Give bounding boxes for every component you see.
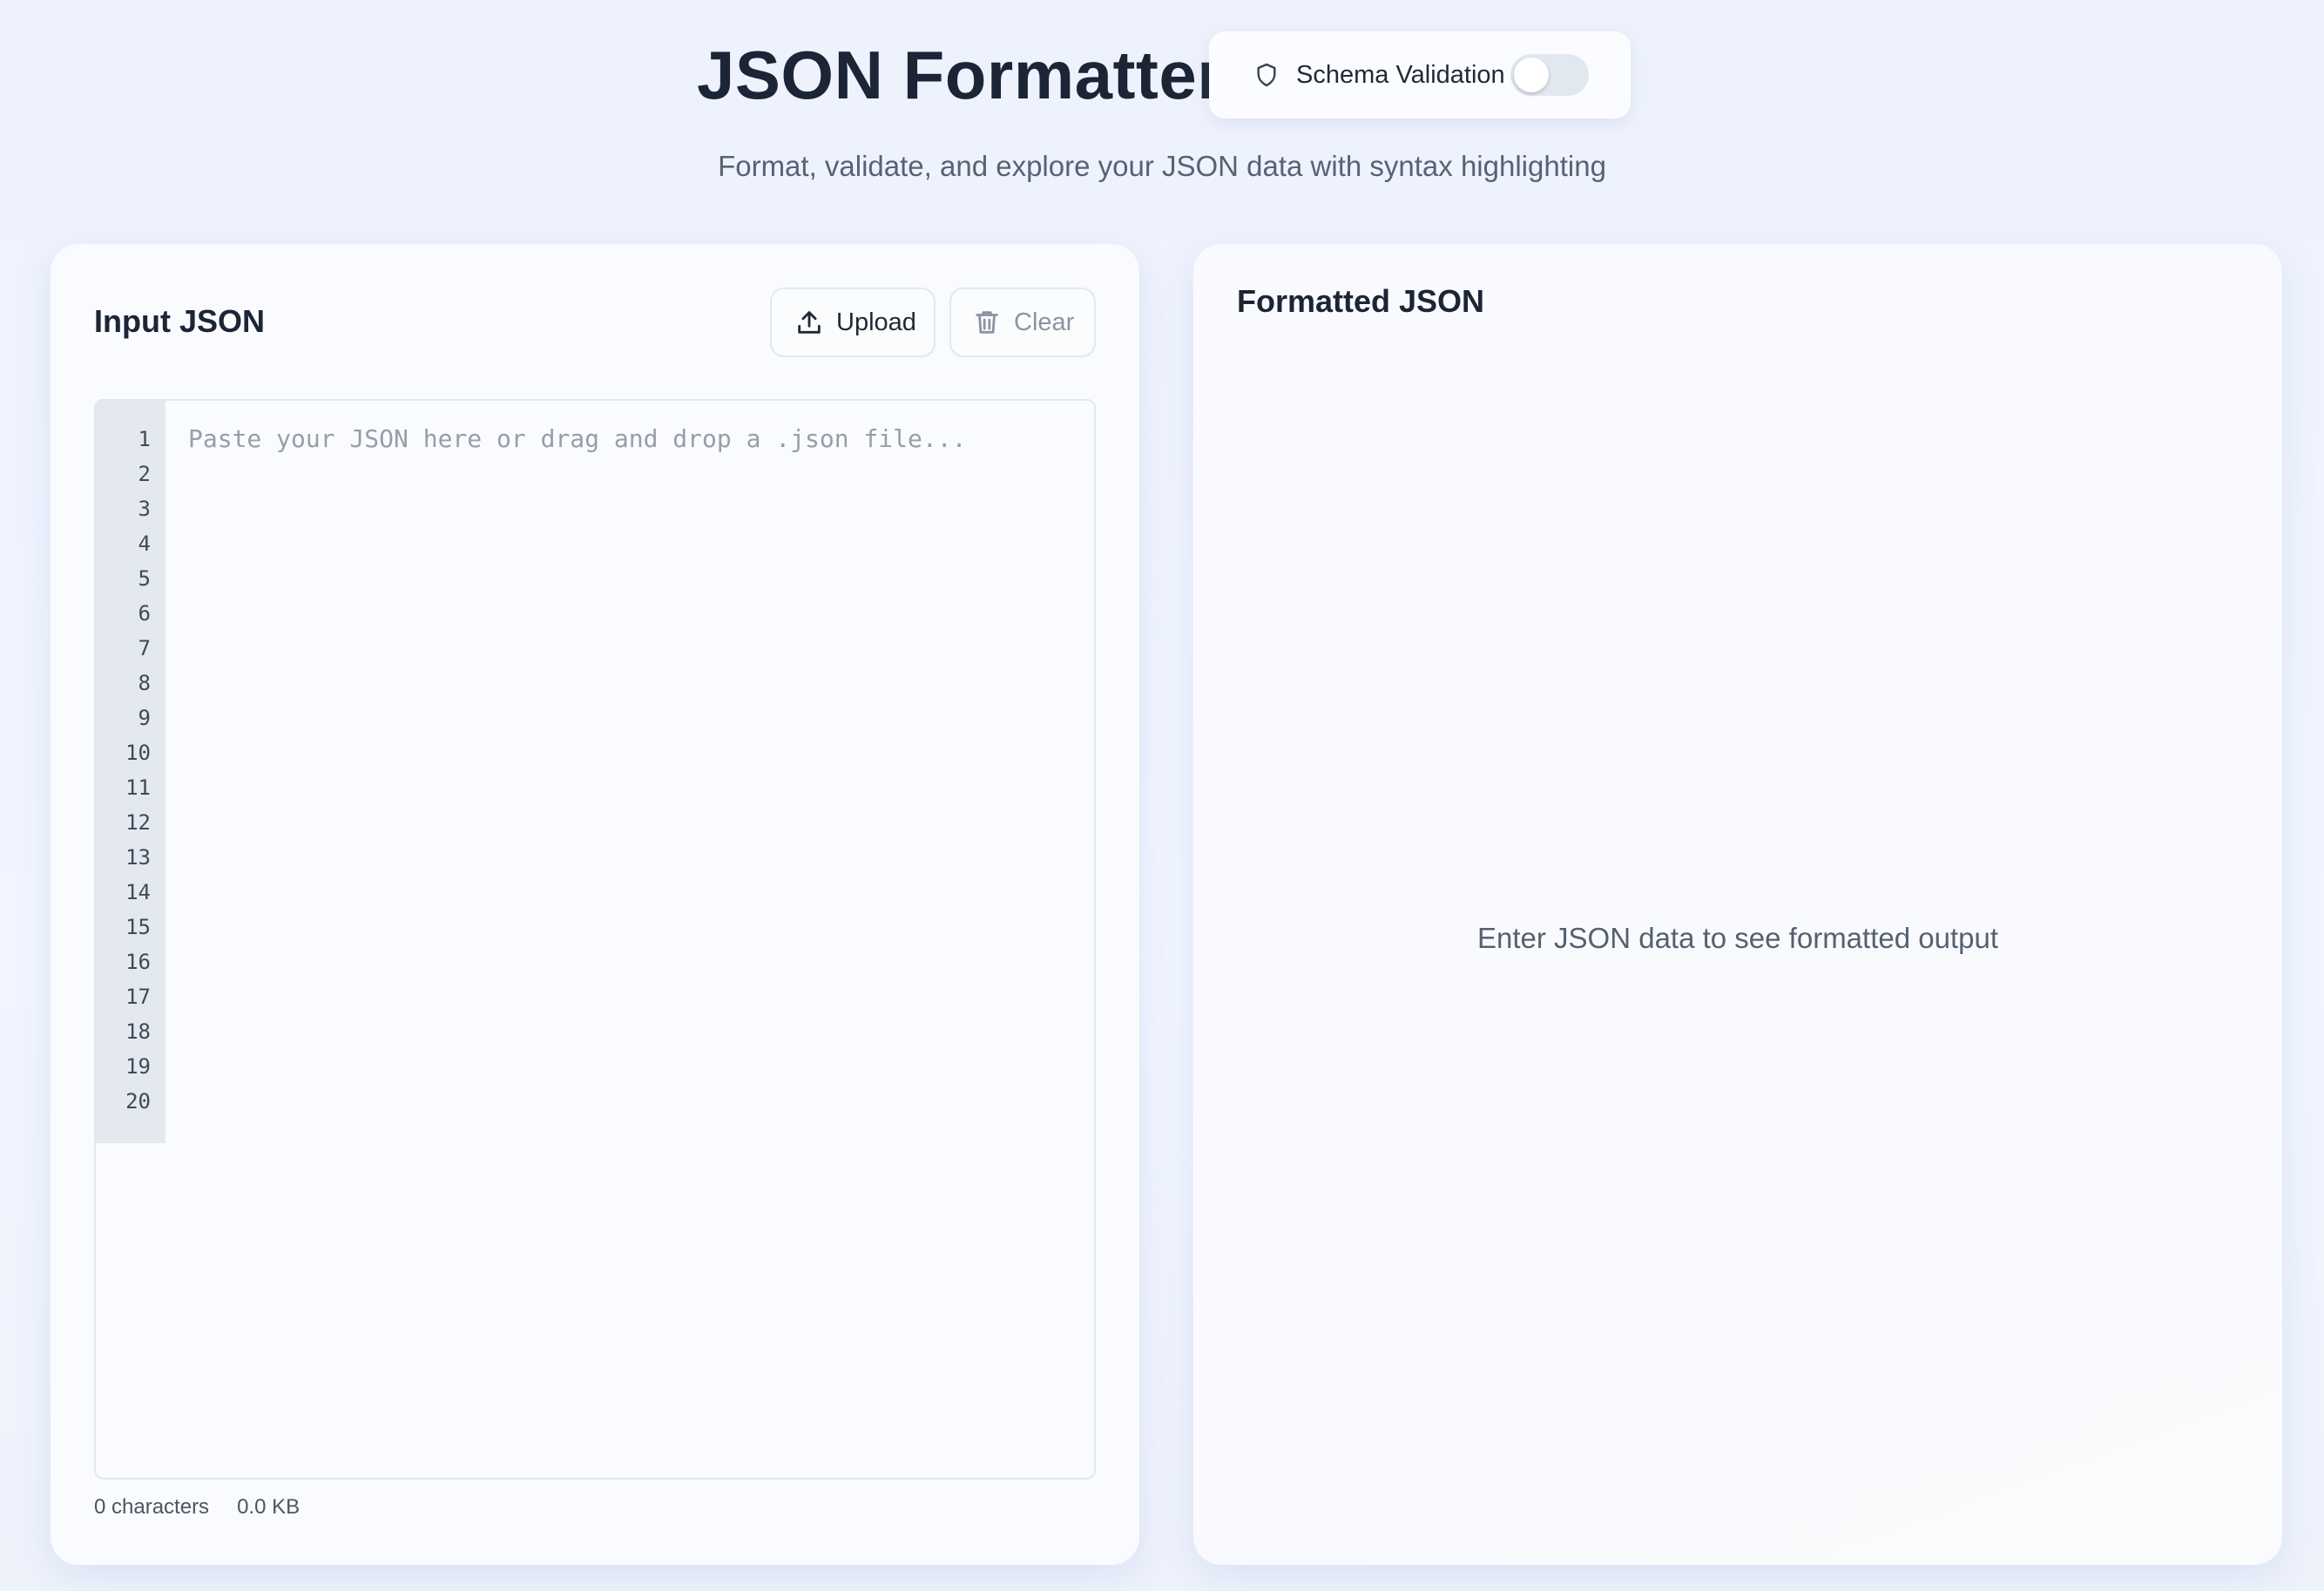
- line-number: 19: [125, 1054, 151, 1079]
- line-number: 14: [125, 880, 151, 904]
- page-title: JSON Formatter: [697, 37, 1225, 113]
- shield-icon: [1257, 63, 1276, 87]
- line-number: 4: [138, 531, 151, 556]
- input-panel: Input JSON Upload Clear 1 2 3 4 5 6 7 8 …: [51, 244, 1139, 1565]
- line-number: 9: [138, 706, 151, 730]
- upload-label: Upload: [836, 308, 916, 336]
- line-number: 10: [125, 741, 151, 765]
- line-number: 16: [125, 950, 151, 974]
- schema-validation-label: Schema Validation: [1296, 60, 1505, 89]
- line-number: 2: [138, 462, 151, 486]
- output-panel: Formatted JSON Enter JSON data to see fo…: [1193, 244, 2282, 1565]
- line-number: 15: [125, 915, 151, 939]
- schema-validation-toggle[interactable]: [1510, 54, 1589, 96]
- line-number: 6: [138, 601, 151, 626]
- upload-icon: [798, 311, 821, 334]
- line-number: 3: [138, 497, 151, 521]
- output-empty-message: Enter JSON data to see formatted output: [1477, 922, 1998, 954]
- upload-button[interactable]: Upload: [770, 288, 936, 357]
- line-number: 13: [125, 845, 151, 870]
- line-number: 7: [138, 636, 151, 660]
- header: JSON Formatter Schema Validation Format,…: [0, 0, 2324, 209]
- toggle-knob: [1514, 58, 1549, 92]
- page-subtitle: Format, validate, and explore your JSON …: [718, 150, 1606, 182]
- line-number: 8: [138, 671, 151, 695]
- line-number: 1: [138, 427, 151, 451]
- line-number: 18: [125, 1019, 151, 1044]
- line-number: 11: [125, 775, 151, 800]
- line-number: 17: [125, 985, 151, 1009]
- json-input-editor[interactable]: 1 2 3 4 5 6 7 8 9 10 11 12 13 14 15 16 1…: [94, 399, 1096, 1479]
- clear-button[interactable]: Clear: [949, 288, 1096, 357]
- line-number: 5: [138, 566, 151, 591]
- file-size: 0.0 KB: [237, 1495, 301, 1519]
- input-stats: 0 characters 0.0 KB: [94, 1495, 300, 1520]
- line-number: 20: [125, 1089, 151, 1114]
- clear-label: Clear: [1014, 308, 1075, 336]
- input-panel-title: Input JSON: [94, 303, 265, 339]
- line-number-gutter: 1 2 3 4 5 6 7 8 9 10 11 12 13 14 15 16 1…: [96, 401, 166, 1143]
- trash-icon: [976, 311, 998, 334]
- character-count: 0 characters: [94, 1495, 210, 1519]
- editor-placeholder: Paste your JSON here or drag and drop a …: [188, 424, 967, 453]
- schema-validation-control: Schema Validation: [1209, 31, 1631, 118]
- line-number: 12: [125, 810, 151, 835]
- output-panel-title: Formatted JSON: [1237, 283, 1485, 319]
